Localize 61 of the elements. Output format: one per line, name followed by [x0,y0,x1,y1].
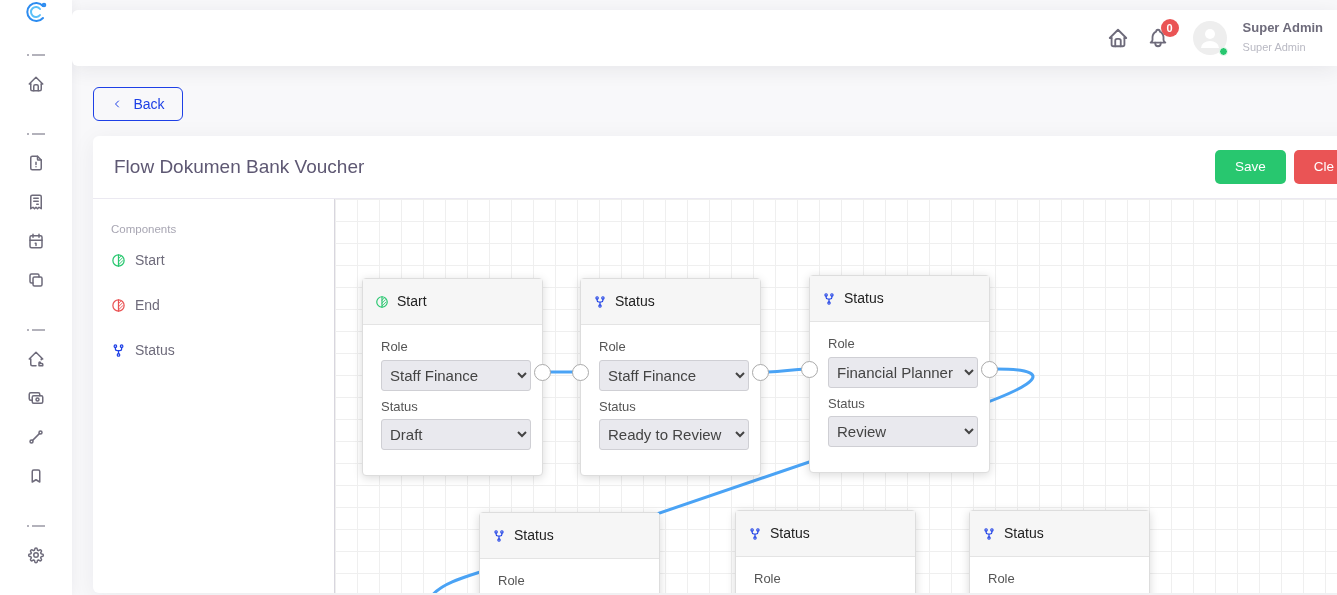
file-alert-icon[interactable] [27,154,45,172]
role-select[interactable]: Staff Finance [381,359,531,391]
settings-icon[interactable] [27,546,45,564]
field-label: Status [599,398,637,415]
node-title: Status [770,524,810,543]
field-label: Role [599,339,627,355]
role-select[interactable]: Staff Finance [599,359,749,391]
component-item[interactable]: Start [111,238,316,284]
flow-node[interactable]: Status Role [479,512,660,593]
clear-button[interactable]: Cle [1293,150,1337,184]
status-select[interactable]: Review [828,416,978,448]
user-role: Super Admin [1242,39,1307,55]
flow-node[interactable]: Start Role Staff Finance Status Draft [362,278,543,477]
route-icon[interactable] [27,428,45,446]
node-title: Status [615,292,655,311]
status-select[interactable]: Ready to Review [599,419,749,451]
receipt-icon[interactable] [27,193,45,211]
field-label: Role [988,571,1016,587]
component-item[interactable]: Status [111,328,316,374]
house-hand-icon[interactable] [27,350,45,368]
fork-icon [492,528,506,543]
component-item[interactable]: End [111,283,316,329]
field-label: Role [498,573,526,589]
node-title: Status [844,289,884,308]
fork-icon [593,294,607,309]
fork-icon [111,343,126,359]
card-title: Flow Dokumen Bank Voucher [114,155,365,179]
notification-count: 0 [1160,18,1179,37]
calendar-icon[interactable] [27,232,45,250]
field-label: Role [381,339,409,355]
flow-node[interactable]: Status Role Financial Planner Status Review [809,275,990,474]
node-title: Status [1004,524,1044,543]
start-icon [375,294,389,309]
field-label: Status [828,395,866,412]
section-heading: Components [111,222,178,237]
flow-node[interactable]: Status Role Staff Finance Status Ready to Review [580,278,761,477]
field-label: Role [828,336,856,352]
end-icon [111,298,126,314]
cash-icon[interactable] [27,389,45,407]
fork-icon [822,291,836,306]
section-divider [27,525,45,527]
home-icon[interactable] [27,75,45,93]
field-label: Status [381,398,419,415]
node-title: Start [397,292,427,311]
logo-icon[interactable] [24,0,48,24]
role-select[interactable]: Financial Planner [828,356,978,388]
status-select[interactable]: Draft [381,419,531,451]
fork-icon [982,526,996,541]
back-button[interactable]: Back [93,87,183,121]
node-title: Status [514,526,554,545]
flow-node[interactable]: Status Role [969,510,1150,593]
fork-icon [748,526,762,541]
copy-icon[interactable] [27,271,45,289]
section-divider [27,329,45,331]
home-icon[interactable] [1106,27,1129,49]
section-divider [27,54,45,56]
start-icon [111,253,126,269]
user-name: Super Admin [1242,20,1323,35]
field-label: Role [754,571,782,587]
flow-node[interactable]: Status Role [735,510,916,593]
section-divider [27,133,45,135]
